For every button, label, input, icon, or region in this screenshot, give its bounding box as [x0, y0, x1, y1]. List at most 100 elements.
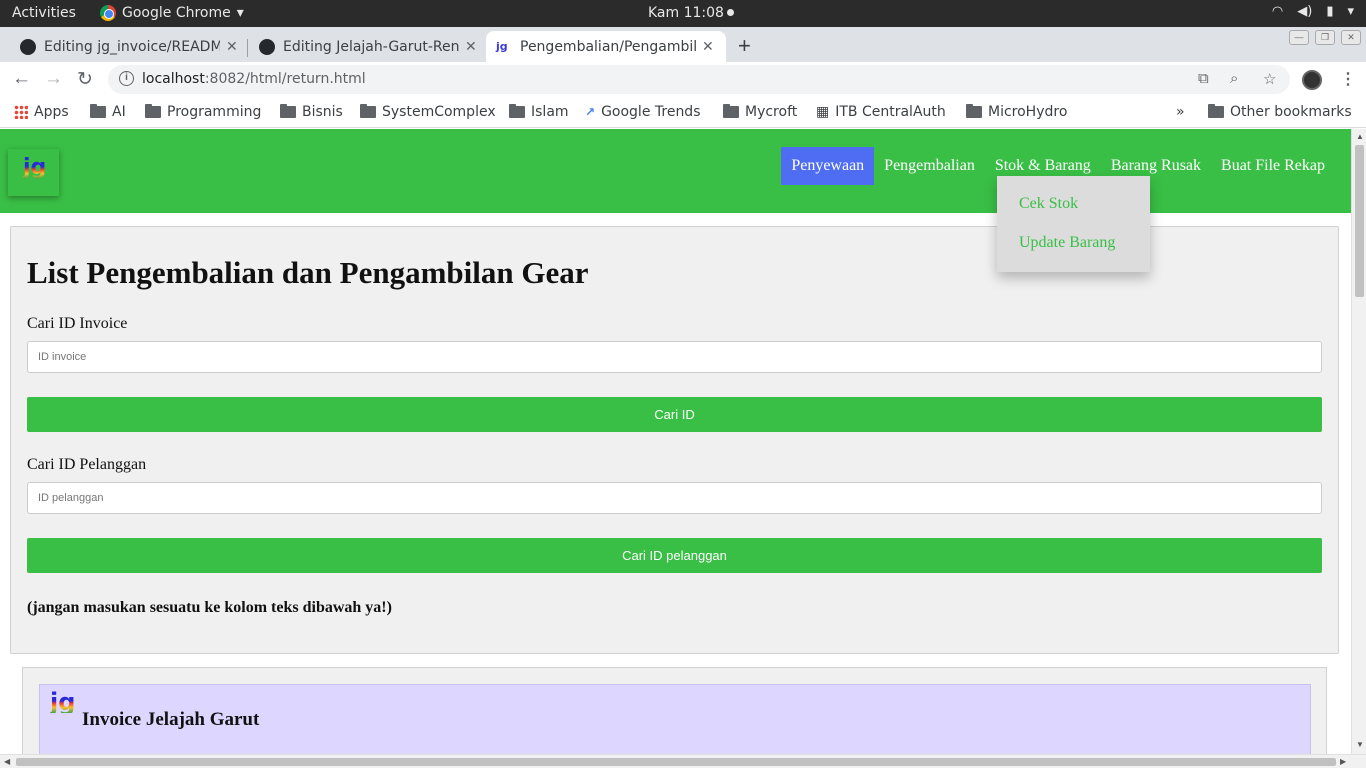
chevron-down-icon: ▾ — [236, 5, 244, 21]
back-button[interactable]: ← — [12, 68, 31, 90]
vertical-scrollbar[interactable]: ▲ ▼ — [1351, 129, 1366, 754]
bookmark-star-icon[interactable]: ☆ — [1263, 70, 1276, 88]
bookmark-systemcomplex[interactable]: SystemComplex — [360, 104, 496, 120]
bookmarks-overflow-button[interactable]: » — [1176, 104, 1185, 120]
close-icon[interactable]: ✕ — [702, 39, 714, 55]
tab-separator — [247, 39, 248, 57]
app-menu[interactable]: Google Chrome ▾ — [100, 5, 244, 21]
jg-favicon-icon: jg — [496, 39, 508, 53]
volume-icon: ◀) — [1297, 4, 1313, 19]
bookmarks-bar: Apps AI Programming Bisnis SystemComplex… — [0, 97, 1366, 128]
system-tray[interactable]: ◠ ◀) ▮ ▾ — [1272, 4, 1354, 19]
folder-icon — [90, 104, 106, 118]
tab-readme[interactable]: Editing jg_invoice/README ✕ — [10, 31, 248, 62]
bookmark-label: Other bookmarks — [1230, 104, 1352, 120]
scroll-right-icon[interactable]: ▶ — [1340, 757, 1346, 766]
zoom-icon[interactable]: ⌕ — [1230, 70, 1238, 87]
bookmark-apps[interactable]: Apps — [14, 104, 69, 120]
site-logo[interactable]: jg — [8, 149, 59, 196]
tab-pengembalian[interactable]: jg Pengembalian/Pengambil ✕ — [486, 31, 726, 62]
url-text: localhost:8082/html/return.html — [142, 71, 366, 87]
bookmark-label: Bisnis — [302, 104, 343, 120]
nav-pengembalian[interactable]: Pengembalian — [874, 147, 985, 185]
page-title: List Pengembalian dan Pengambilan Gear — [27, 255, 589, 290]
invoice-logo: jg — [50, 688, 76, 716]
tab-title: Editing Jelajah-Garut-Ren — [283, 38, 459, 55]
maximize-button[interactable]: ❐ — [1315, 30, 1335, 45]
tab-jelajah[interactable]: Editing Jelajah-Garut-Ren ✕ — [249, 31, 487, 62]
window-close-button[interactable]: ✕ — [1341, 30, 1361, 45]
bookmark-bisnis[interactable]: Bisnis — [280, 104, 343, 120]
bookmark-label: MicroHydro — [988, 104, 1068, 120]
bookmark-programming[interactable]: Programming — [145, 104, 261, 120]
bookmark-label: Islam — [531, 104, 569, 120]
warning-text: (jangan masukan sesuatu ke kolom teks di… — [27, 599, 392, 616]
bookmark-ai[interactable]: AI — [90, 104, 126, 120]
translate-icon[interactable]: ⧉ — [1198, 70, 1209, 87]
activities-button[interactable]: Activities — [12, 5, 76, 21]
bookmark-label: Mycroft — [745, 104, 798, 120]
bookmark-google-trends[interactable]: ↗ Google Trends — [585, 104, 701, 120]
horizontal-scrollbar[interactable]: ◀ ▶ — [0, 754, 1366, 768]
bookmark-other[interactable]: Other bookmarks — [1208, 104, 1352, 120]
folder-icon — [966, 104, 982, 118]
clock[interactable]: Kam 11:08 — [648, 5, 734, 21]
bookmark-label: ITB CentralAuth — [835, 104, 946, 120]
new-tab-button[interactable]: + — [738, 33, 751, 59]
apps-grid-icon — [14, 105, 28, 119]
trends-icon: ↗ — [585, 105, 596, 119]
search-customer-button[interactable]: Cari ID pelanggan — [27, 538, 1322, 573]
invoice-id-label: Cari ID Invoice — [27, 315, 128, 332]
github-icon — [20, 38, 36, 55]
tray-chevron-icon: ▾ — [1347, 4, 1354, 19]
nav-penyewaan[interactable]: Penyewaan — [781, 147, 875, 185]
bookmark-label: Programming — [167, 104, 262, 120]
customer-id-input[interactable] — [27, 482, 1322, 514]
battery-icon: ▮ — [1326, 4, 1334, 19]
tab-strip: Editing jg_invoice/README ✕ Editing Jela… — [0, 27, 1366, 62]
notification-dot-icon — [726, 9, 734, 16]
url-host: localhost — [142, 71, 205, 87]
url-path: :8082/html/return.html — [204, 71, 366, 87]
github-icon — [259, 38, 275, 55]
dropdown-update-barang[interactable]: Update Barang — [1019, 234, 1115, 252]
logo-text: jg — [23, 155, 47, 180]
bookmark-itb-centralauth[interactable]: ▦ ITB CentralAuth — [816, 104, 946, 120]
tab-title: Pengembalian/Pengambil — [520, 38, 696, 55]
nav-buat-file-rekap[interactable]: Buat File Rekap — [1211, 147, 1335, 185]
menu-kebab-icon[interactable]: ⋮ — [1340, 69, 1356, 89]
invoice-id-input[interactable] — [27, 341, 1322, 373]
vertical-scroll-thumb[interactable] — [1355, 145, 1364, 297]
invoice-header: jg Invoice Jelajah Garut — [39, 684, 1311, 754]
folder-icon — [280, 104, 296, 118]
site-info-icon[interactable]: i — [119, 71, 134, 86]
forward-button[interactable]: → — [44, 68, 63, 90]
os-top-bar: Activities Google Chrome ▾ Kam 11:08 ◠ ◀… — [0, 0, 1366, 27]
folder-icon — [145, 104, 161, 118]
invoice-preview: jg Invoice Jelajah Garut — [22, 667, 1327, 754]
page-viewport: jg Penyewaan Pengembalian Stok & Barang … — [0, 129, 1351, 754]
bookmark-label: Google Trends — [601, 104, 701, 120]
scroll-left-icon[interactable]: ◀ — [4, 757, 10, 766]
close-icon[interactable]: ✕ — [465, 39, 477, 55]
search-invoice-button[interactable]: Cari ID — [27, 397, 1322, 432]
horizontal-scroll-thumb[interactable] — [16, 758, 1336, 766]
bookmark-mycroft[interactable]: Mycroft — [723, 104, 797, 120]
minimize-button[interactable]: — — [1289, 30, 1309, 45]
invoice-title: Invoice Jelajah Garut — [82, 709, 260, 730]
chrome-icon — [100, 5, 116, 21]
folder-icon — [360, 104, 376, 118]
itb-icon: ▦ — [816, 104, 830, 120]
profile-avatar[interactable] — [1302, 70, 1322, 90]
address-bar[interactable]: i localhost:8082/html/return.html ⧉ ⌕ ☆ — [108, 65, 1290, 94]
scroll-up-icon[interactable]: ▲ — [1356, 132, 1364, 141]
folder-icon — [1208, 104, 1224, 118]
bookmark-label: Apps — [34, 104, 69, 120]
close-icon[interactable]: ✕ — [226, 39, 238, 55]
bookmark-microhydro[interactable]: MicroHydro — [966, 104, 1067, 120]
dropdown-cek-stok[interactable]: Cek Stok — [1019, 195, 1078, 213]
scroll-down-icon[interactable]: ▼ — [1356, 740, 1364, 749]
bookmark-islam[interactable]: Islam — [509, 104, 569, 120]
reload-button[interactable]: ↻ — [77, 68, 93, 91]
tab-title: Editing jg_invoice/README — [44, 38, 220, 55]
